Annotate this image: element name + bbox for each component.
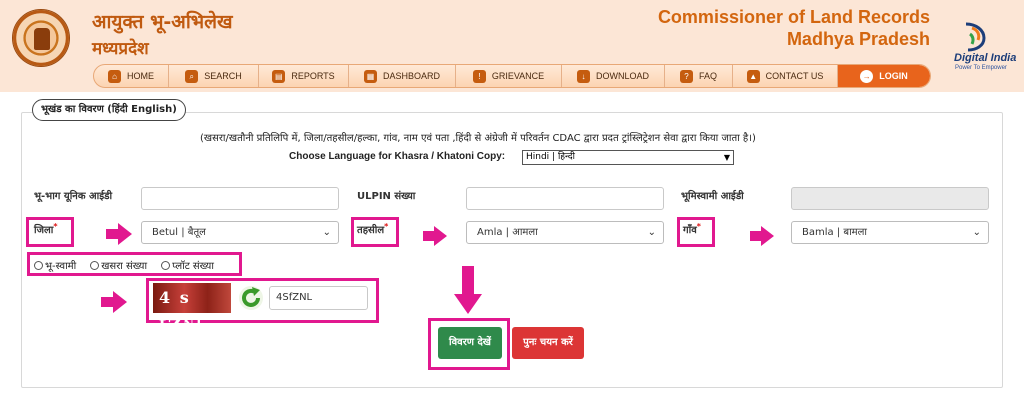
site-header: आयुक्त भू-अभिलेख मध्यप्रदेश Commissioner… xyxy=(0,0,1024,92)
district-select-value: Betul | बैतूल xyxy=(152,227,206,238)
nav-grievance[interactable]: ! GRIEVANCE xyxy=(456,65,562,87)
radio-circle[interactable] xyxy=(90,260,100,270)
transliteration-note: (खसरा/खतौनी प्रतिलिपि में, जिला/तहसील/हल… xyxy=(200,133,756,144)
required-mark: * xyxy=(53,222,58,231)
required-mark: * xyxy=(384,222,389,231)
nav-dashboard-label: DASHBOARD xyxy=(382,71,440,81)
nav-home[interactable]: ⌂ HOME xyxy=(94,65,169,87)
pointer-arrow-right-icon xyxy=(101,291,127,313)
bhu-id-input[interactable] xyxy=(141,187,339,210)
main-nav: ⌂ HOME ⌕ SEARCH ▤ REPORTS ▦ DASHBOARD ! … xyxy=(93,64,931,88)
reset-selection-button[interactable]: पुनः चयन करें xyxy=(512,327,584,359)
district-label-text: जिला xyxy=(34,225,54,236)
village-label-text: गाँव xyxy=(683,225,697,236)
captcha-text-part2: Z xyxy=(167,316,184,337)
radio-circle[interactable] xyxy=(161,260,171,270)
language-select-value: Hindi | हिन्दी xyxy=(526,152,575,162)
digital-india-tagline: Power To Empower xyxy=(955,65,1007,71)
digital-india-mark-icon xyxy=(965,22,986,52)
grievance-icon: ! xyxy=(472,69,486,83)
required-mark: * xyxy=(696,222,701,231)
search-icon: ⌕ xyxy=(185,69,199,83)
tehsil-select-value: Amla | आमला xyxy=(477,227,538,238)
nav-login-label: LOGIN xyxy=(879,71,908,81)
page: आयुक्त भू-अभिलेख मध्यप्रदेश Commissioner… xyxy=(0,0,1024,418)
tehsil-label-text: तहसील xyxy=(357,225,385,236)
login-icon: → xyxy=(860,69,874,83)
pointer-arrow-right-icon xyxy=(106,223,132,245)
radio-khasra-label: खसरा संख्या xyxy=(101,261,148,272)
village-select[interactable]: Bamla | बामला ⌄ xyxy=(791,221,989,244)
dashboard-icon: ▦ xyxy=(363,69,377,83)
radio-plot-label: प्लॉट संख्या xyxy=(172,261,214,272)
chevron-down-icon: ⌄ xyxy=(647,227,656,238)
refresh-icon[interactable] xyxy=(238,285,264,311)
radio-plot[interactable]: प्लॉट संख्या xyxy=(161,258,214,272)
hindi-subtitle: मध्यप्रदेश xyxy=(92,39,149,59)
bhu-id-label: भू-भाग यूनिक आईडी xyxy=(34,191,113,202)
contact-icon: ▲ xyxy=(746,69,760,83)
home-icon: ⌂ xyxy=(108,69,121,83)
captcha-text-part3: NL xyxy=(183,317,207,331)
language-select[interactable]: Hindi | हिन्दी ▼ xyxy=(522,150,734,165)
nav-search[interactable]: ⌕ SEARCH xyxy=(169,65,259,87)
nav-home-label: HOME xyxy=(127,71,154,81)
captcha-text: 4 s fZNL xyxy=(153,285,231,337)
panel-tab-title[interactable]: भूखंड का विवरण (हिंदी English) xyxy=(32,99,186,121)
hindi-title: आयुक्त भू-अभिलेख xyxy=(92,11,233,33)
nav-contact[interactable]: ▲ CONTACT US xyxy=(733,65,838,87)
emblem-center xyxy=(34,28,50,50)
nav-reports-label: REPORTS xyxy=(291,71,335,81)
nav-dashboard[interactable]: ▦ DASHBOARD xyxy=(349,65,456,87)
village-label: गाँव* xyxy=(683,222,701,236)
captcha-input[interactable]: 4SfZNL xyxy=(269,286,368,310)
digital-india-text: Digital India xyxy=(954,52,1017,64)
tehsil-select[interactable]: Amla | आमला ⌄ xyxy=(466,221,664,244)
english-title-line1: Commissioner of Land Records xyxy=(657,7,930,27)
radio-owner[interactable]: भू-स्वामी xyxy=(34,258,76,272)
radio-khasra[interactable]: खसरा संख्या xyxy=(90,258,147,272)
tehsil-label: तहसील* xyxy=(357,222,388,236)
nav-grievance-label: GRIEVANCE xyxy=(491,71,545,81)
mp-emblem-logo[interactable] xyxy=(12,9,70,67)
pointer-arrow-down-icon xyxy=(454,266,482,314)
ulpin-label: ULPIN संख्या xyxy=(357,191,416,202)
radio-owner-label: भू-स्वामी xyxy=(45,261,77,272)
ulpin-input[interactable] xyxy=(466,187,664,210)
report-icon: ▤ xyxy=(272,69,286,83)
view-details-button[interactable]: विवरण देखें xyxy=(438,327,502,359)
nav-login[interactable]: → LOGIN xyxy=(838,65,930,87)
district-label: जिला* xyxy=(34,222,58,236)
chevron-down-icon: ▼ xyxy=(723,153,730,162)
language-label: Choose Language for Khasra / Khatoni Cop… xyxy=(289,151,506,162)
download-icon: ↓ xyxy=(576,69,590,83)
radio-circle[interactable] xyxy=(34,260,43,270)
digital-india-logo[interactable]: Digital India Power To Empower xyxy=(950,22,1020,74)
pointer-arrow-right-icon xyxy=(750,226,774,246)
chevron-down-icon: ⌄ xyxy=(322,227,331,238)
nav-reports[interactable]: ▤ REPORTS xyxy=(259,65,349,87)
search-type-radio-group: भू-स्वामी खसरा संख्या प्लॉट संख्या xyxy=(34,258,214,272)
nav-download[interactable]: ↓ DOWNLOAD xyxy=(562,65,665,87)
faq-icon: ? xyxy=(679,69,693,83)
district-select[interactable]: Betul | बैतूल ⌄ xyxy=(141,221,339,244)
chevron-down-icon: ⌄ xyxy=(972,227,981,238)
pointer-arrow-right-icon xyxy=(423,226,447,246)
nav-faq-label: FAQ xyxy=(698,71,717,81)
nav-download-label: DOWNLOAD xyxy=(595,71,649,81)
village-select-value: Bamla | बामला xyxy=(802,227,868,238)
english-title-line2: Madhya Pradesh xyxy=(786,29,930,49)
nav-contact-label: CONTACT US xyxy=(765,71,824,81)
nav-faq[interactable]: ? FAQ xyxy=(665,65,733,87)
nav-search-label: SEARCH xyxy=(204,71,242,81)
owner-id-input[interactable] xyxy=(791,187,989,210)
english-title: Commissioner of Land Records Madhya Prad… xyxy=(658,6,930,50)
owner-id-label: भूमिस्वामी आईडी xyxy=(681,191,744,202)
